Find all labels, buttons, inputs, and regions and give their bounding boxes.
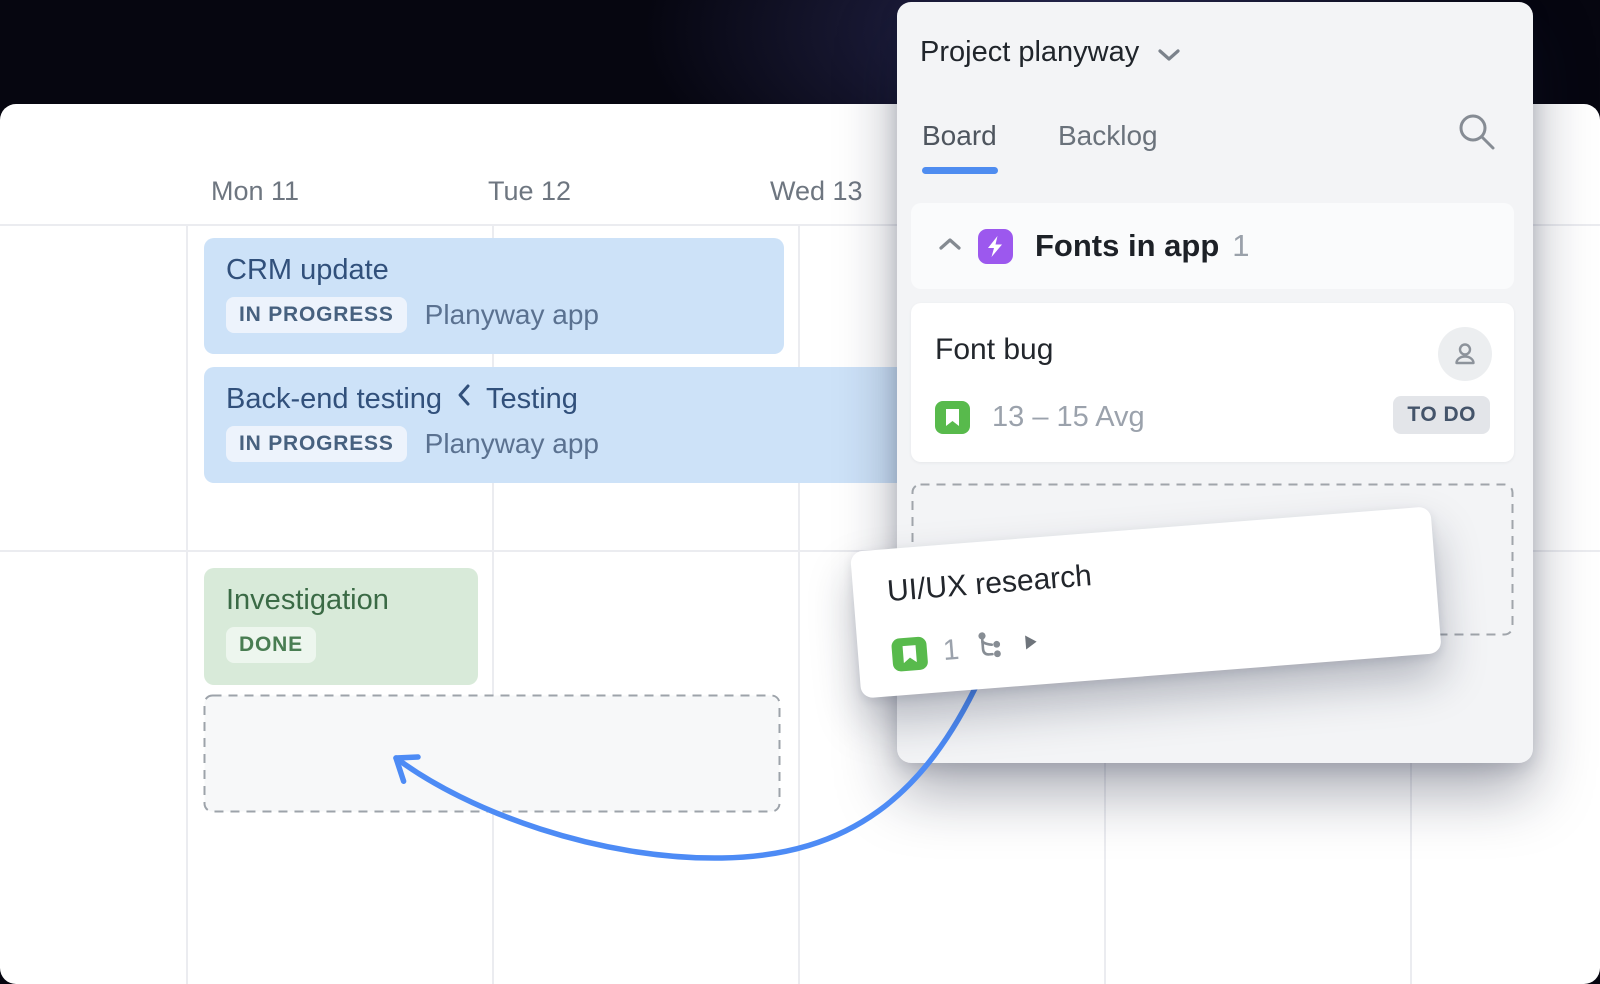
status-badge[interactable]: TO DO bbox=[1393, 396, 1490, 434]
linked-chevron-icon bbox=[456, 381, 472, 417]
event-project-label: Planyway app bbox=[425, 428, 599, 460]
calendar-event-investigation[interactable]: Investigation DONE bbox=[204, 568, 478, 685]
section-title: Fonts in app bbox=[1035, 228, 1219, 264]
event-project-label: Planyway app bbox=[425, 299, 599, 331]
tab-board[interactable]: Board bbox=[922, 120, 997, 152]
project-switcher[interactable]: Project planyway bbox=[920, 36, 1139, 69]
board-section-fonts-in-app[interactable]: Fonts in app 1 bbox=[911, 203, 1514, 289]
board-card-font-bug[interactable]: Font bug 13 – 15 Avg TO DO bbox=[911, 303, 1514, 462]
person-icon bbox=[1450, 339, 1480, 369]
day-header-tue: Tue 12 bbox=[488, 176, 571, 207]
event-title: Back-end testing bbox=[226, 381, 442, 417]
status-badge: IN PROGRESS bbox=[226, 426, 407, 462]
screenshot-root: Mon 11 Tue 12 Wed 13 CRM update IN PROGR… bbox=[0, 0, 1600, 984]
project-title: Project planyway bbox=[920, 36, 1139, 68]
calendar-drop-placeholder[interactable] bbox=[203, 694, 781, 813]
search-icon bbox=[1455, 110, 1499, 154]
expand-triangle-icon[interactable] bbox=[1022, 631, 1040, 657]
lightning-icon bbox=[978, 229, 1013, 264]
day-header-mon: Mon 11 bbox=[211, 176, 299, 207]
estimate-label: 13 – 15 Avg bbox=[992, 401, 1145, 434]
active-tab-indicator bbox=[922, 167, 998, 174]
search-button[interactable] bbox=[1455, 110, 1499, 154]
day-header-wed: Wed 13 bbox=[770, 176, 863, 207]
calendar-event-crm-update[interactable]: CRM update IN PROGRESS Planyway app bbox=[204, 238, 784, 354]
event-title: Investigation bbox=[226, 582, 389, 618]
bookmark-icon bbox=[891, 636, 928, 672]
subtasks-tree-icon bbox=[974, 628, 1009, 667]
card-title: Font bug bbox=[935, 333, 1053, 367]
bookmark-icon bbox=[935, 401, 970, 434]
grid-line-vertical bbox=[798, 224, 800, 984]
tab-backlog[interactable]: Backlog bbox=[1058, 120, 1158, 152]
event-linked-card-title: Testing bbox=[486, 381, 578, 417]
status-badge: DONE bbox=[226, 627, 316, 663]
section-count: 1 bbox=[1232, 228, 1249, 264]
chevron-down-icon[interactable] bbox=[1156, 46, 1182, 69]
card-title: UI/UX research bbox=[886, 559, 1093, 609]
assignee-button[interactable] bbox=[1438, 327, 1492, 381]
event-title: CRM update bbox=[226, 252, 389, 288]
collapse-chevron-up-icon[interactable] bbox=[938, 236, 962, 257]
status-badge: IN PROGRESS bbox=[226, 297, 407, 333]
grid-line-vertical bbox=[186, 224, 188, 984]
subtask-count: 1 bbox=[942, 634, 961, 668]
